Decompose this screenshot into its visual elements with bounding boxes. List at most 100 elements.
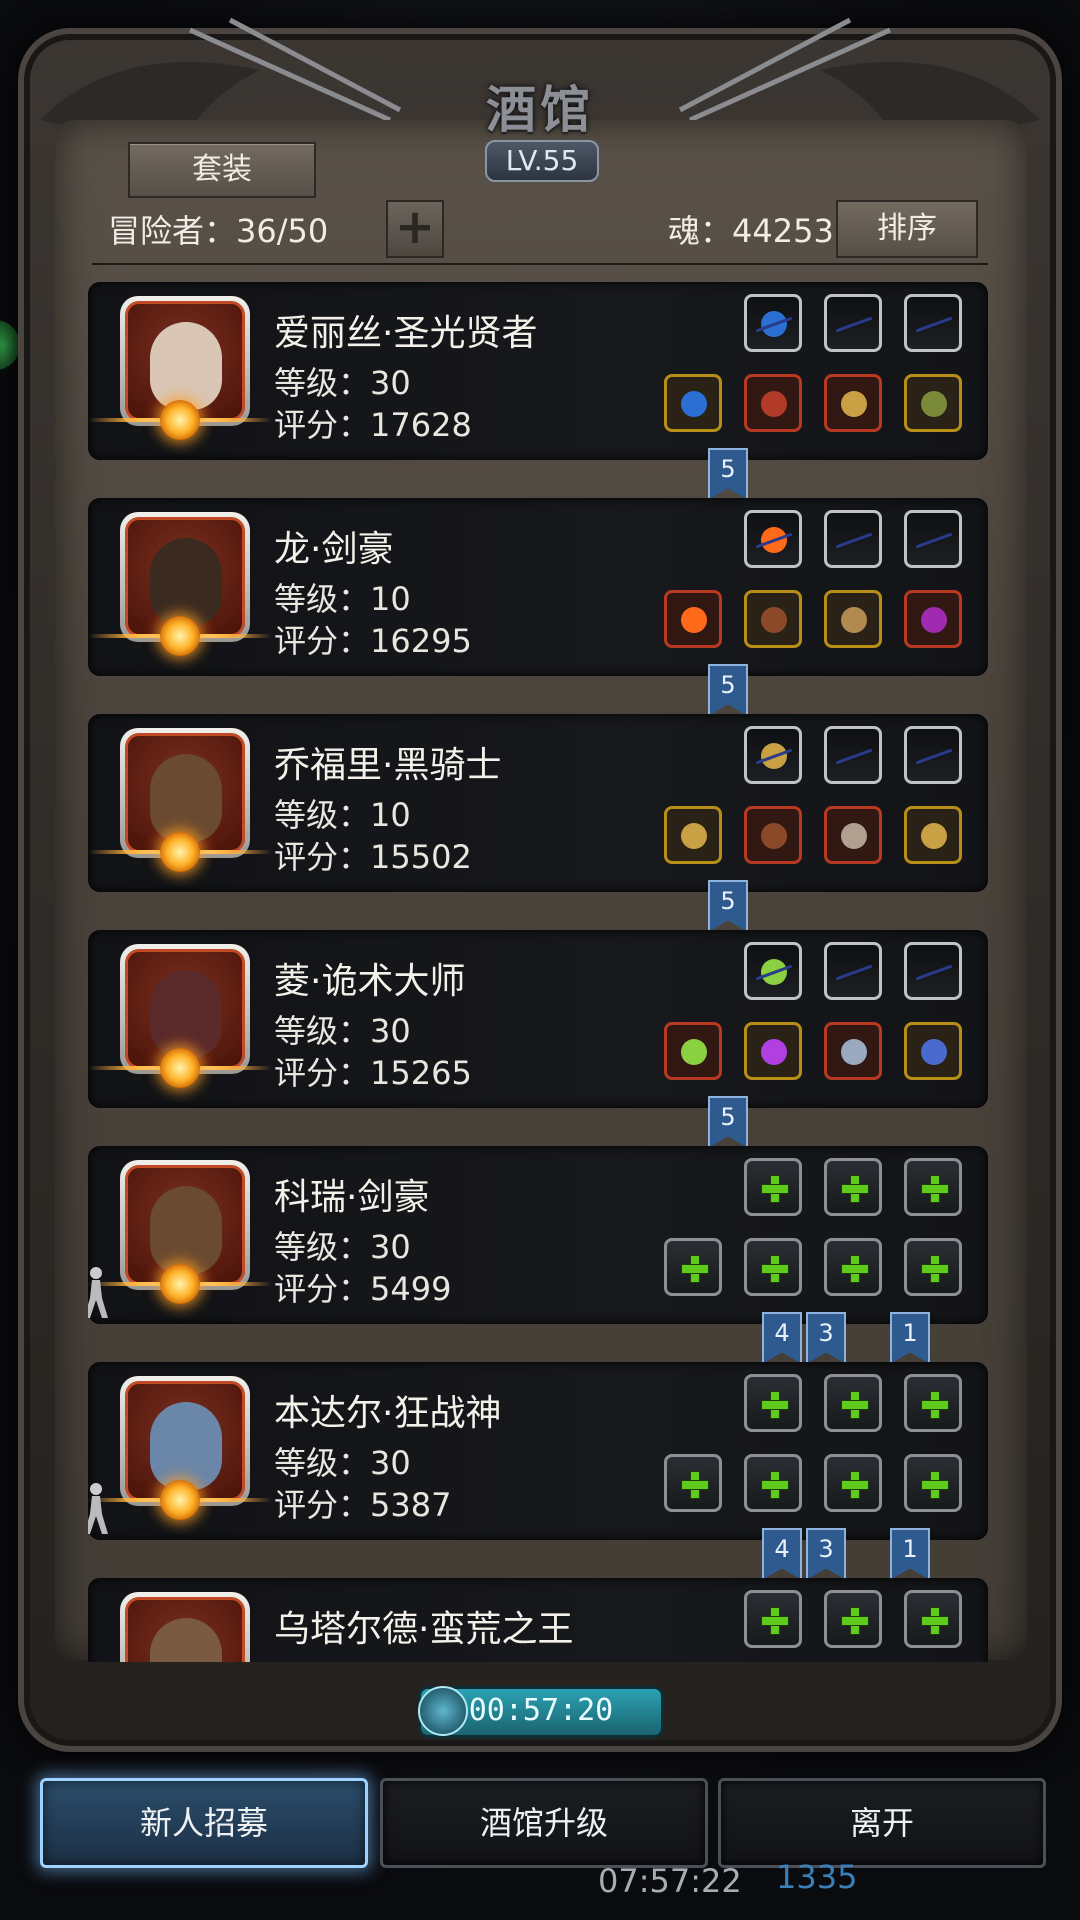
equipment-icon <box>761 391 787 417</box>
equip-slot[interactable] <box>744 726 802 784</box>
empty-equip-slot[interactable] <box>824 1238 882 1296</box>
empty-equip-slot[interactable] <box>744 1590 802 1648</box>
sort-button[interactable]: 排序 <box>836 200 978 258</box>
rank-sun-icon <box>160 1264 200 1304</box>
empty-equip-slot[interactable] <box>824 1454 882 1512</box>
equipment-icon <box>761 607 787 633</box>
empty-equip-slot[interactable] <box>744 1158 802 1216</box>
equipment-icon <box>681 823 707 849</box>
equip-slot[interactable] <box>904 942 962 1000</box>
empty-equip-slot[interactable] <box>904 1454 962 1512</box>
equip-slot[interactable] <box>744 294 802 352</box>
empty-equip-slot[interactable] <box>904 1590 962 1648</box>
empty-equip-slot[interactable] <box>664 1454 722 1512</box>
set-count-tag: 5 <box>708 448 748 500</box>
hero-card[interactable]: 菱·诡术大师 等级：30 评分：15265 <box>88 930 988 1108</box>
hero-card[interactable]: 爱丽丝·圣光贤者 等级：30 评分：17628 <box>88 282 988 460</box>
walking-figure-icon <box>88 1482 110 1538</box>
empty-equip-slot[interactable] <box>744 1374 802 1432</box>
equip-slot[interactable] <box>824 294 882 352</box>
hero-level: 等级：30 <box>274 1444 411 1482</box>
leave-button[interactable]: 离开 <box>718 1778 1046 1868</box>
bottom-time: 07:57:22 <box>598 1862 742 1900</box>
equipment-icon <box>681 607 707 633</box>
plus-icon <box>921 1255 949 1283</box>
soul-count: 魂：44253 <box>668 212 834 250</box>
gem-icon <box>761 527 787 553</box>
equip-slot[interactable] <box>664 590 722 648</box>
equip-slot[interactable] <box>824 942 882 1000</box>
equip-slot[interactable] <box>744 942 802 1000</box>
equip-slot[interactable] <box>824 590 882 648</box>
plus-icon <box>841 1255 869 1283</box>
equip-slot[interactable] <box>744 1022 802 1080</box>
empty-equip-slot[interactable] <box>904 1158 962 1216</box>
equip-slot[interactable] <box>744 806 802 864</box>
empty-equip-slot[interactable] <box>744 1454 802 1512</box>
gem-icon <box>761 311 787 337</box>
hero-score: 评分：17628 <box>274 406 472 444</box>
equip-slot[interactable] <box>904 726 962 784</box>
equip-slot[interactable] <box>664 374 722 432</box>
equip-slot[interactable] <box>744 590 802 648</box>
tavern-level-badge: LV.55 <box>485 140 599 182</box>
equipment-icon <box>841 823 867 849</box>
equip-slot[interactable] <box>664 806 722 864</box>
plus-icon <box>761 1607 789 1635</box>
equip-slot[interactable] <box>664 1022 722 1080</box>
equip-slot[interactable] <box>904 590 962 648</box>
empty-equip-slot[interactable] <box>824 1374 882 1432</box>
equip-slot[interactable] <box>904 510 962 568</box>
set-count-tag: 3 <box>806 1312 846 1364</box>
equip-slot[interactable] <box>824 1022 882 1080</box>
plus-icon <box>841 1471 869 1499</box>
equip-slot[interactable] <box>904 806 962 864</box>
hero-card[interactable]: 乔福里·黑骑士 等级：10 评分：15502 <box>88 714 988 892</box>
hero-name: 爱丽丝·圣光贤者 <box>274 313 538 354</box>
empty-equip-slot[interactable] <box>904 1238 962 1296</box>
equip-slot[interactable] <box>824 510 882 568</box>
empty-equip-slot[interactable] <box>824 1590 882 1648</box>
hero-score: 评分：5387 <box>274 1486 452 1524</box>
equip-slot[interactable] <box>824 726 882 784</box>
hero-card[interactable]: 乌塔尔德·蛮荒之王 等级 <box>88 1578 988 1662</box>
plus-icon <box>681 1255 709 1283</box>
set-count-tag: 5 <box>708 664 748 716</box>
add-adventurer-slot-button[interactable]: + <box>386 200 444 258</box>
plus-icon <box>761 1175 789 1203</box>
bottom-number: 1335 <box>776 1858 858 1896</box>
plus-icon <box>841 1391 869 1419</box>
equip-slot[interactable] <box>904 294 962 352</box>
rank-sun-icon <box>160 400 200 440</box>
hero-card[interactable]: 本达尔·狂战神 等级：30 评分：5387 <box>88 1362 988 1540</box>
hero-name: 本达尔·狂战神 <box>274 1393 502 1434</box>
equipment-icon <box>921 607 947 633</box>
hero-portrait[interactable] <box>120 1592 250 1662</box>
equipment-icon <box>681 1039 707 1065</box>
set-count-tag: 1 <box>890 1312 930 1364</box>
tavern-upgrade-button[interactable]: 酒馆升级 <box>380 1778 708 1868</box>
hero-card[interactable]: 龙·剑豪 等级：10 评分：16295 <box>88 498 988 676</box>
equip-slot[interactable] <box>824 806 882 864</box>
empty-equip-slot[interactable] <box>744 1238 802 1296</box>
set-button[interactable]: 套装 <box>128 142 316 198</box>
walking-figure-icon <box>88 1266 110 1322</box>
hero-level: 等级：30 <box>274 364 411 402</box>
equip-slot[interactable] <box>824 374 882 432</box>
empty-equip-slot[interactable] <box>664 1238 722 1296</box>
hero-score: 评分：5499 <box>274 1270 452 1308</box>
empty-equip-slot[interactable] <box>904 1374 962 1432</box>
hero-level: 等级：10 <box>274 580 411 618</box>
recruit-button[interactable]: 新人招募 <box>40 1778 368 1868</box>
equip-slot[interactable] <box>744 374 802 432</box>
hero-level: 等级：30 <box>274 1012 411 1050</box>
hero-name: 菱·诡术大师 <box>274 961 466 1002</box>
equip-slot[interactable] <box>904 374 962 432</box>
hero-card[interactable]: 科瑞·剑豪 等级：30 评分：5499 <box>88 1146 988 1324</box>
empty-equip-slot[interactable] <box>824 1158 882 1216</box>
rank-sun-icon <box>160 1480 200 1520</box>
hero-list[interactable]: 爱丽丝·圣光贤者 等级：30 评分：17628 5 龙·剑豪 等级：10 评分：1… <box>88 282 988 1662</box>
equip-slot[interactable] <box>904 1022 962 1080</box>
equip-slot[interactable] <box>744 510 802 568</box>
hero-level: 等级 <box>274 1654 338 1662</box>
